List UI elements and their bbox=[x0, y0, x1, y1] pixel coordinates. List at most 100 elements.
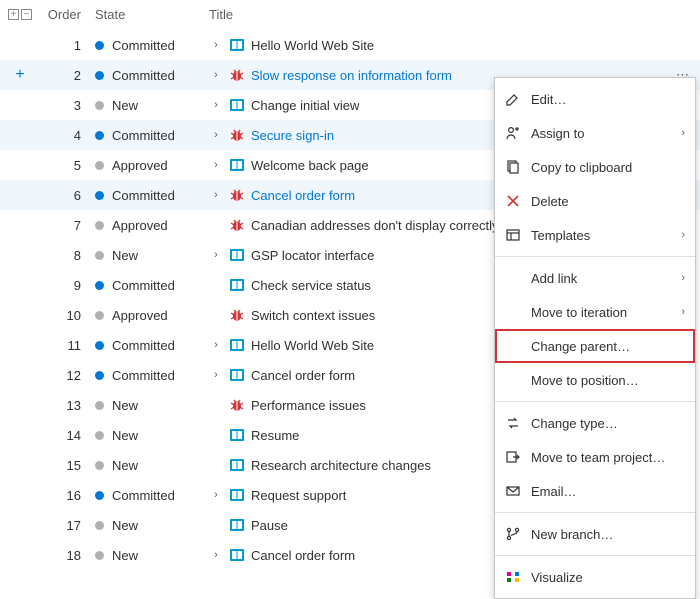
title-text: Canadian addresses don't display correct… bbox=[251, 218, 498, 233]
backlog-item-icon bbox=[229, 97, 245, 113]
chevron-right-icon[interactable]: › bbox=[209, 369, 223, 381]
menu-item-move-to-iteration[interactable]: Move to iteration › bbox=[495, 295, 695, 329]
state-cell: New bbox=[95, 398, 205, 413]
state-dot-icon bbox=[95, 521, 104, 530]
backlog-item-icon bbox=[229, 37, 245, 53]
title-text[interactable]: Secure sign-in bbox=[251, 128, 334, 143]
menu-item-templates[interactable]: Templates› bbox=[495, 218, 695, 252]
title-text: Hello World Web Site bbox=[251, 338, 374, 353]
add-child-icon[interactable]: + bbox=[11, 66, 29, 84]
menu-item-visualize[interactable]: Visualize bbox=[495, 560, 695, 594]
state-label: New bbox=[112, 518, 138, 533]
chevron-right-icon[interactable]: › bbox=[209, 39, 223, 51]
chevron-right-icon[interactable]: › bbox=[209, 249, 223, 261]
order-cell: 15 bbox=[40, 458, 95, 473]
delete-icon bbox=[505, 193, 521, 209]
chevron-right-icon[interactable]: › bbox=[209, 159, 223, 171]
edit-icon bbox=[505, 91, 521, 107]
title-text: Research architecture changes bbox=[251, 458, 431, 473]
menu-item-label: Email… bbox=[531, 484, 685, 499]
chevron-right-icon[interactable]: › bbox=[209, 339, 223, 351]
state-dot-icon bbox=[95, 161, 104, 170]
chevron-right-icon[interactable]: › bbox=[209, 99, 223, 111]
state-label: New bbox=[112, 398, 138, 413]
chevron-right-icon[interactable]: › bbox=[209, 489, 223, 501]
bug-icon bbox=[229, 127, 245, 143]
title-text[interactable]: Cancel order form bbox=[251, 188, 355, 203]
state-label: Committed bbox=[112, 368, 175, 383]
menu-item-label: Move to iteration bbox=[531, 305, 671, 320]
title-text: Hello World Web Site bbox=[251, 38, 374, 53]
menu-item-label: Templates bbox=[531, 228, 671, 243]
menu-item-copy-to-clipboard[interactable]: Copy to clipboard bbox=[495, 150, 695, 184]
menu-item-new-branch[interactable]: New branch… bbox=[495, 517, 695, 551]
title-text[interactable]: Slow response on information form bbox=[251, 68, 452, 83]
state-label: Approved bbox=[112, 308, 168, 323]
changetype-icon bbox=[505, 415, 521, 431]
menu-item-move-to-team-project[interactable]: Move to team project… bbox=[495, 440, 695, 474]
order-cell: 14 bbox=[40, 428, 95, 443]
state-dot-icon bbox=[95, 131, 104, 140]
backlog-item-icon bbox=[229, 517, 245, 533]
state-label: New bbox=[112, 98, 138, 113]
column-header-state[interactable]: State bbox=[95, 7, 205, 22]
menu-item-edit[interactable]: Edit… bbox=[495, 82, 695, 116]
column-header-order[interactable]: Order bbox=[40, 7, 95, 22]
state-cell: Approved bbox=[95, 158, 205, 173]
chevron-right-icon[interactable]: › bbox=[209, 69, 223, 81]
title-text: Cancel order form bbox=[251, 368, 355, 383]
menu-item-change-parent[interactable]: Change parent… bbox=[495, 329, 695, 363]
menu-item-label: Assign to bbox=[531, 126, 671, 141]
state-label: New bbox=[112, 428, 138, 443]
menu-item-assign-to[interactable]: Assign to› bbox=[495, 116, 695, 150]
menu-item-email[interactable]: Email… bbox=[495, 474, 695, 508]
menu-item-delete[interactable]: Delete bbox=[495, 184, 695, 218]
order-cell: 18 bbox=[40, 548, 95, 563]
state-cell: New bbox=[95, 248, 205, 263]
state-cell: Committed bbox=[95, 128, 205, 143]
column-header-title[interactable]: Title bbox=[205, 7, 666, 22]
order-cell: 7 bbox=[40, 218, 95, 233]
bug-icon bbox=[229, 67, 245, 83]
state-dot-icon bbox=[95, 191, 104, 200]
menu-item-move-to-position[interactable]: Move to position… bbox=[495, 363, 695, 397]
state-label: Approved bbox=[112, 218, 168, 233]
backlog-item-icon bbox=[229, 427, 245, 443]
chevron-right-icon[interactable]: › bbox=[209, 189, 223, 201]
chevron-right-icon[interactable]: › bbox=[209, 549, 223, 561]
visualize-icon bbox=[505, 569, 521, 585]
bug-icon bbox=[229, 307, 245, 323]
state-dot-icon bbox=[95, 491, 104, 500]
menu-separator bbox=[495, 401, 695, 402]
email-icon bbox=[505, 483, 521, 499]
backlog-item-icon bbox=[229, 157, 245, 173]
chevron-right-icon: › bbox=[681, 272, 685, 284]
state-label: Committed bbox=[112, 38, 175, 53]
menu-item-change-type[interactable]: Change type… bbox=[495, 406, 695, 440]
menu-item-label: New branch… bbox=[531, 527, 685, 542]
backlog-item-icon bbox=[229, 247, 245, 263]
title-text: Resume bbox=[251, 428, 299, 443]
backlog-item-icon bbox=[229, 277, 245, 293]
assign-icon bbox=[505, 125, 521, 141]
title-text: Check service status bbox=[251, 278, 371, 293]
state-cell: Committed bbox=[95, 68, 205, 83]
state-cell: New bbox=[95, 98, 205, 113]
state-dot-icon bbox=[95, 341, 104, 350]
collapse-all-icon[interactable]: − bbox=[21, 9, 32, 20]
table-header: + − Order State Title bbox=[0, 0, 700, 30]
state-dot-icon bbox=[95, 221, 104, 230]
expand-all-icon[interactable]: + bbox=[8, 9, 19, 20]
state-label: New bbox=[112, 458, 138, 473]
menu-item-add-link[interactable]: Add link› bbox=[495, 261, 695, 295]
chevron-right-icon: › bbox=[681, 306, 685, 318]
state-label: New bbox=[112, 548, 138, 563]
state-dot-icon bbox=[95, 461, 104, 470]
table-row[interactable]: 1Committed›Hello World Web Site bbox=[0, 30, 700, 60]
title-text: Request support bbox=[251, 488, 346, 503]
chevron-right-icon[interactable]: › bbox=[209, 129, 223, 141]
backlog-item-icon bbox=[229, 547, 245, 563]
menu-separator bbox=[495, 256, 695, 257]
order-cell: 17 bbox=[40, 518, 95, 533]
order-cell: 11 bbox=[40, 338, 95, 353]
